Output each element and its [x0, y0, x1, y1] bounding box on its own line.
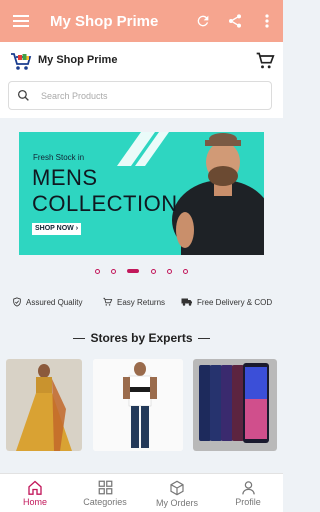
- search-bar[interactable]: [8, 81, 272, 110]
- search-input[interactable]: [41, 90, 241, 101]
- carousel-dot[interactable]: [183, 269, 188, 274]
- tab-label: Profile: [235, 497, 261, 507]
- store-name: My Shop Prime: [38, 54, 118, 66]
- carousel-dot[interactable]: [151, 269, 156, 274]
- man-striped-tshirt-image: [93, 359, 183, 451]
- carousel-dot[interactable]: [111, 269, 116, 274]
- feature-strip: Assured Quality Easy Returns Free Delive…: [0, 295, 283, 315]
- smartphones-image: [193, 359, 277, 451]
- woman-lehenga-image: [6, 359, 82, 451]
- feature-label: Easy Returns: [117, 297, 166, 307]
- shop-now-label: SHOP NOW: [35, 225, 74, 232]
- store-card-mobiles[interactable]: [193, 359, 277, 451]
- tab-profile[interactable]: Profile: [213, 474, 283, 512]
- section-title: Stores by Experts: [0, 331, 283, 345]
- feature-assured-quality: Assured Quality: [12, 297, 82, 307]
- carousel-dot[interactable]: [167, 269, 172, 274]
- banner-subtitle: Fresh Stock in: [33, 153, 85, 162]
- truck-icon: [181, 298, 192, 306]
- divider: [73, 338, 86, 340]
- section-title-text: Stores by Experts: [90, 331, 193, 345]
- tab-my-orders[interactable]: My Orders: [142, 474, 212, 512]
- shopping-cart-logo-icon: [10, 52, 32, 72]
- home-icon: [28, 480, 42, 495]
- tab-home[interactable]: Home: [0, 474, 70, 512]
- store-header: My Shop Prime: [0, 42, 283, 118]
- tab-label: My Orders: [155, 497, 198, 508]
- carousel-dot[interactable]: [95, 269, 100, 274]
- carousel-dot-active[interactable]: [127, 269, 139, 273]
- feature-easy-returns: Easy Returns: [102, 297, 165, 307]
- box-icon: [170, 480, 184, 495]
- feature-label: Free Delivery & COD: [197, 297, 273, 307]
- cart-icon[interactable]: [255, 51, 275, 71]
- banner-title-line1: MENS: [32, 165, 98, 190]
- shield-check-icon: [13, 297, 21, 307]
- search-icon: [9, 82, 37, 109]
- store-card-mens-fashion[interactable]: [93, 359, 183, 451]
- chevron-right-icon: ›: [75, 225, 79, 232]
- feature-free-delivery: Free Delivery & COD: [181, 297, 272, 307]
- carousel-indicator: [0, 267, 283, 275]
- more-vert-icon[interactable]: [251, 0, 283, 42]
- tab-label: Categories: [83, 497, 127, 507]
- hamburger-menu-icon[interactable]: [0, 0, 42, 42]
- person-icon: [241, 481, 255, 495]
- app-bar: My Shop Prime: [0, 0, 283, 42]
- cart-return-icon: [103, 297, 113, 306]
- tab-categories[interactable]: Categories: [70, 474, 140, 512]
- refresh-icon[interactable]: [187, 0, 219, 42]
- banner-title-line2: COLLECTION: [32, 191, 178, 216]
- app-title: My Shop Prime: [50, 12, 159, 30]
- divider: [197, 338, 210, 340]
- promo-banner[interactable]: Fresh Stock in MENS COLLECTION SHOP NOW …: [19, 132, 264, 255]
- share-icon[interactable]: [219, 0, 251, 42]
- store-card-ethnic-wear[interactable]: [6, 359, 82, 451]
- grid-icon: [98, 480, 112, 495]
- tab-label: Home: [22, 497, 47, 507]
- shop-now-button[interactable]: SHOP NOW ›: [32, 223, 82, 235]
- bottom-navigation: Home Categories My Orders Profile: [0, 473, 283, 512]
- feature-label: Assured Quality: [26, 297, 83, 307]
